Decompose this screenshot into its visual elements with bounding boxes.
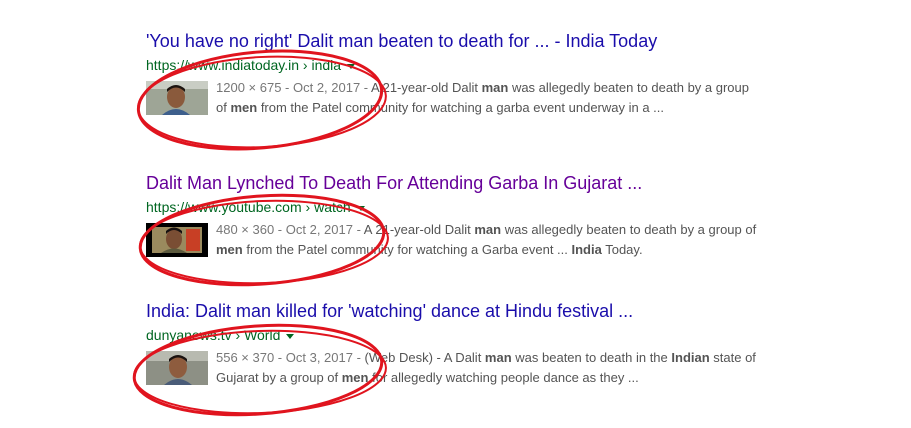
snippet-text: 1200 × 675 - Oct 2, 2017 - A 21-year-old… — [216, 80, 749, 115]
person-photo-icon — [146, 81, 208, 115]
result-title-link[interactable]: India: Dalit man killed for 'watching' d… — [146, 300, 766, 322]
dropdown-caret-icon[interactable] — [347, 63, 356, 69]
url-path: india — [311, 57, 342, 73]
result-url: dunyanews.tv › World — [146, 327, 766, 343]
url-path: World — [244, 327, 281, 343]
url-path: watch — [314, 199, 351, 215]
snippet-text: 480 × 360 - Oct 2, 2017 - A 21-year-old … — [216, 222, 757, 257]
url-host: https://www.indiatoday.in — [146, 57, 300, 73]
search-result-2: Dalit Man Lynched To Death For Attending… — [146, 172, 766, 260]
search-result-3: India: Dalit man killed for 'watching' d… — [146, 300, 766, 388]
thumbnail-image[interactable] — [146, 351, 208, 385]
result-title-link[interactable]: Dalit Man Lynched To Death For Attending… — [146, 172, 766, 194]
url-separator: › — [231, 327, 245, 343]
result-snippet: 556 × 370 - Oct 3, 2017 - (Web Desk) - A… — [146, 348, 766, 388]
video-thumbnail-icon — [146, 223, 208, 257]
search-result-1: 'You have no right' Dalit man beaten to … — [146, 30, 766, 118]
snippet-text: 556 × 370 - Oct 3, 2017 - (Web Desk) - A… — [216, 350, 756, 385]
url-host: dunyanews.tv — [146, 327, 232, 343]
result-snippet: 1200 × 675 - Oct 2, 2017 - A 21-year-old… — [146, 78, 766, 118]
dropdown-caret-icon[interactable] — [356, 205, 365, 211]
dropdown-caret-icon[interactable] — [286, 333, 295, 339]
result-url: https://www.youtube.com › watch — [146, 199, 766, 215]
result-url: https://www.indiatoday.in › india — [146, 57, 766, 73]
url-host: https://www.youtube.com — [146, 199, 302, 215]
result-title-link[interactable]: 'You have no right' Dalit man beaten to … — [146, 30, 766, 52]
person-photo-icon — [146, 351, 208, 385]
url-separator: › — [301, 199, 315, 215]
result-snippet: 480 × 360 - Oct 2, 2017 - A 21-year-old … — [146, 220, 766, 260]
thumbnail-image[interactable] — [146, 223, 208, 257]
url-separator: › — [299, 57, 312, 73]
thumbnail-image[interactable] — [146, 81, 208, 115]
